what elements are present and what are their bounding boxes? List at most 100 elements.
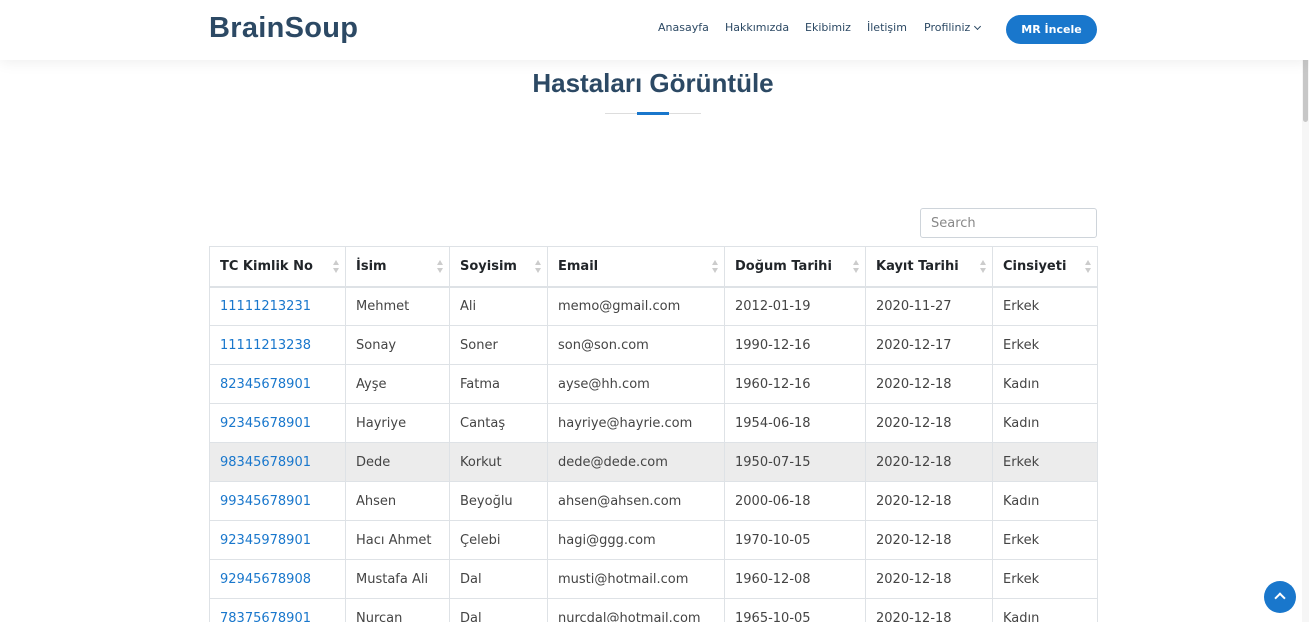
cell-soyisim: Ali [449, 286, 548, 326]
nav-item-profiliniz-label: Profiliniz [924, 21, 971, 34]
top-navbar: BrainSoup Anasayfa Hakkımızda Ekibimiz İ… [0, 0, 1309, 60]
cell-cinsiyeti: Erkek [992, 520, 1098, 560]
column-header-cinsiyeti[interactable]: Cinsiyeti [992, 246, 1098, 288]
cell-cinsiyeti: Kadın [992, 598, 1098, 622]
tc-kimlik-link[interactable]: 99345678901 [209, 481, 346, 521]
cell-dogum-tarihi: 2000-06-18 [724, 481, 866, 521]
nav-item-anasayfa[interactable]: Anasayfa [658, 21, 709, 34]
cell-kayit-tarihi: 2020-12-18 [865, 442, 993, 482]
sort-icon [1085, 260, 1092, 273]
table-row: 92945678908 Mustafa Ali Dal musti@hotmai… [209, 559, 1098, 599]
table-row: 11111213231 Mehmet Ali memo@gmail.com 20… [209, 286, 1098, 326]
column-header-label: Cinsiyeti [1003, 258, 1067, 274]
column-header-kayit-tarihi[interactable]: Kayıt Tarihi [865, 246, 993, 288]
cell-cinsiyeti: Erkek [992, 325, 1098, 365]
cell-isim: Mustafa Ali [345, 559, 450, 599]
cell-cinsiyeti: Erkek [992, 559, 1098, 599]
cell-soyisim: Beyoğlu [449, 481, 548, 521]
cell-dogum-tarihi: 1970-10-05 [724, 520, 866, 560]
cell-kayit-tarihi: 2020-11-27 [865, 286, 993, 326]
nav-item-hakkimizda[interactable]: Hakkımızda [725, 21, 789, 34]
cell-dogum-tarihi: 1960-12-16 [724, 364, 866, 404]
cell-soyisim: Cantaş [449, 403, 548, 443]
column-header-label: Kayıt Tarihi [876, 258, 959, 274]
brand-logo[interactable]: BrainSoup [209, 12, 358, 45]
cell-dogum-tarihi: 1990-12-16 [724, 325, 866, 365]
nav-item-profiliniz[interactable]: Profiliniz [924, 21, 982, 34]
tc-kimlik-link[interactable]: 92945678908 [209, 559, 346, 599]
cell-isim: Hayriye [345, 403, 450, 443]
cell-cinsiyeti: Erkek [992, 286, 1098, 326]
cell-isim: Ahsen [345, 481, 450, 521]
cell-dogum-tarihi: 1950-07-15 [724, 442, 866, 482]
column-header-label: Soyisim [460, 258, 517, 274]
table-row: 99345678901 Ahsen Beyoğlu ahsen@ahsen.co… [209, 481, 1098, 521]
sort-icon [333, 260, 340, 273]
column-header-soyisim[interactable]: Soyisim [449, 246, 548, 288]
tc-kimlik-link[interactable]: 92345978901 [209, 520, 346, 560]
table-header-row: TC Kimlik No İsim Soyisim Email Doğum Ta… [209, 246, 1098, 288]
sort-icon [980, 260, 987, 273]
cell-isim: Mehmet [345, 286, 450, 326]
cell-soyisim: Dal [449, 598, 548, 622]
cell-cinsiyeti: Erkek [992, 442, 1098, 482]
table-row: 82345678901 Ayşe Fatma ayse@hh.com 1960-… [209, 364, 1098, 404]
cell-email: nurcdal@hotmail.com [547, 598, 725, 622]
title-divider-accent [637, 112, 669, 115]
table-row: 92345978901 Hacı Ahmet Çelebi hagi@ggg.c… [209, 520, 1098, 560]
sort-icon [437, 260, 444, 273]
cell-kayit-tarihi: 2020-12-18 [865, 403, 993, 443]
column-header-label: Doğum Tarihi [735, 258, 832, 274]
cell-isim: Hacı Ahmet [345, 520, 450, 560]
cell-soyisim: Korkut [449, 442, 548, 482]
back-to-top-button[interactable] [1264, 581, 1296, 613]
tc-kimlik-link[interactable]: 78375678901 [209, 598, 346, 622]
cell-kayit-tarihi: 2020-12-18 [865, 481, 993, 521]
cell-email: hayriye@hayrie.com [547, 403, 725, 443]
cell-kayit-tarihi: 2020-12-18 [865, 598, 993, 622]
tc-kimlik-link[interactable]: 11111213231 [209, 286, 346, 326]
cell-soyisim: Dal [449, 559, 548, 599]
cell-kayit-tarihi: 2020-12-17 [865, 325, 993, 365]
sort-icon [535, 260, 542, 273]
mr-incele-button[interactable]: MR İncele [1006, 15, 1097, 44]
cell-email: musti@hotmail.com [547, 559, 725, 599]
nav-item-iletisim[interactable]: İletişim [867, 21, 907, 34]
column-header-label: Email [558, 258, 599, 274]
cell-isim: Dede [345, 442, 450, 482]
patients-table-container: TC Kimlik No İsim Soyisim Email Doğum Ta… [209, 246, 1098, 622]
column-header-label: İsim [356, 258, 387, 274]
table-row-hovered: 98345678901 Dede Korkut dede@dede.com 19… [209, 442, 1098, 482]
cell-kayit-tarihi: 2020-12-18 [865, 559, 993, 599]
column-header-email[interactable]: Email [547, 246, 725, 288]
table-row: 78375678901 Nurcan Dal nurcdal@hotmail.c… [209, 598, 1098, 622]
tc-kimlik-link[interactable]: 98345678901 [209, 442, 346, 482]
cell-soyisim: Fatma [449, 364, 548, 404]
patients-table: TC Kimlik No İsim Soyisim Email Doğum Ta… [209, 246, 1098, 622]
cell-isim: Nurcan [345, 598, 450, 622]
nav-item-ekibimiz[interactable]: Ekibimiz [805, 21, 851, 34]
cell-cinsiyeti: Kadın [992, 403, 1098, 443]
cell-kayit-tarihi: 2020-12-18 [865, 364, 993, 404]
cell-soyisim: Çelebi [449, 520, 548, 560]
column-header-isim[interactable]: İsim [345, 246, 450, 288]
column-header-label: TC Kimlik No [220, 258, 313, 274]
arrow-up-icon [1274, 592, 1286, 604]
column-header-dogum-tarihi[interactable]: Doğum Tarihi [724, 246, 866, 288]
cell-isim: Sonay [345, 325, 450, 365]
cell-dogum-tarihi: 1954-06-18 [724, 403, 866, 443]
cell-kayit-tarihi: 2020-12-18 [865, 520, 993, 560]
cell-email: son@son.com [547, 325, 725, 365]
cell-soyisim: Soner [449, 325, 548, 365]
cell-dogum-tarihi: 1960-12-08 [724, 559, 866, 599]
tc-kimlik-link[interactable]: 82345678901 [209, 364, 346, 404]
cell-dogum-tarihi: 1965-10-05 [724, 598, 866, 622]
cell-dogum-tarihi: 2012-01-19 [724, 286, 866, 326]
column-header-tc-kimlik-no[interactable]: TC Kimlik No [209, 246, 346, 288]
cell-cinsiyeti: Kadın [992, 364, 1098, 404]
tc-kimlik-link[interactable]: 92345678901 [209, 403, 346, 443]
page-title: Hastaları Görüntüle [532, 68, 774, 98]
cell-email: dede@dede.com [547, 442, 725, 482]
search-input[interactable] [920, 208, 1097, 238]
tc-kimlik-link[interactable]: 11111213238 [209, 325, 346, 365]
